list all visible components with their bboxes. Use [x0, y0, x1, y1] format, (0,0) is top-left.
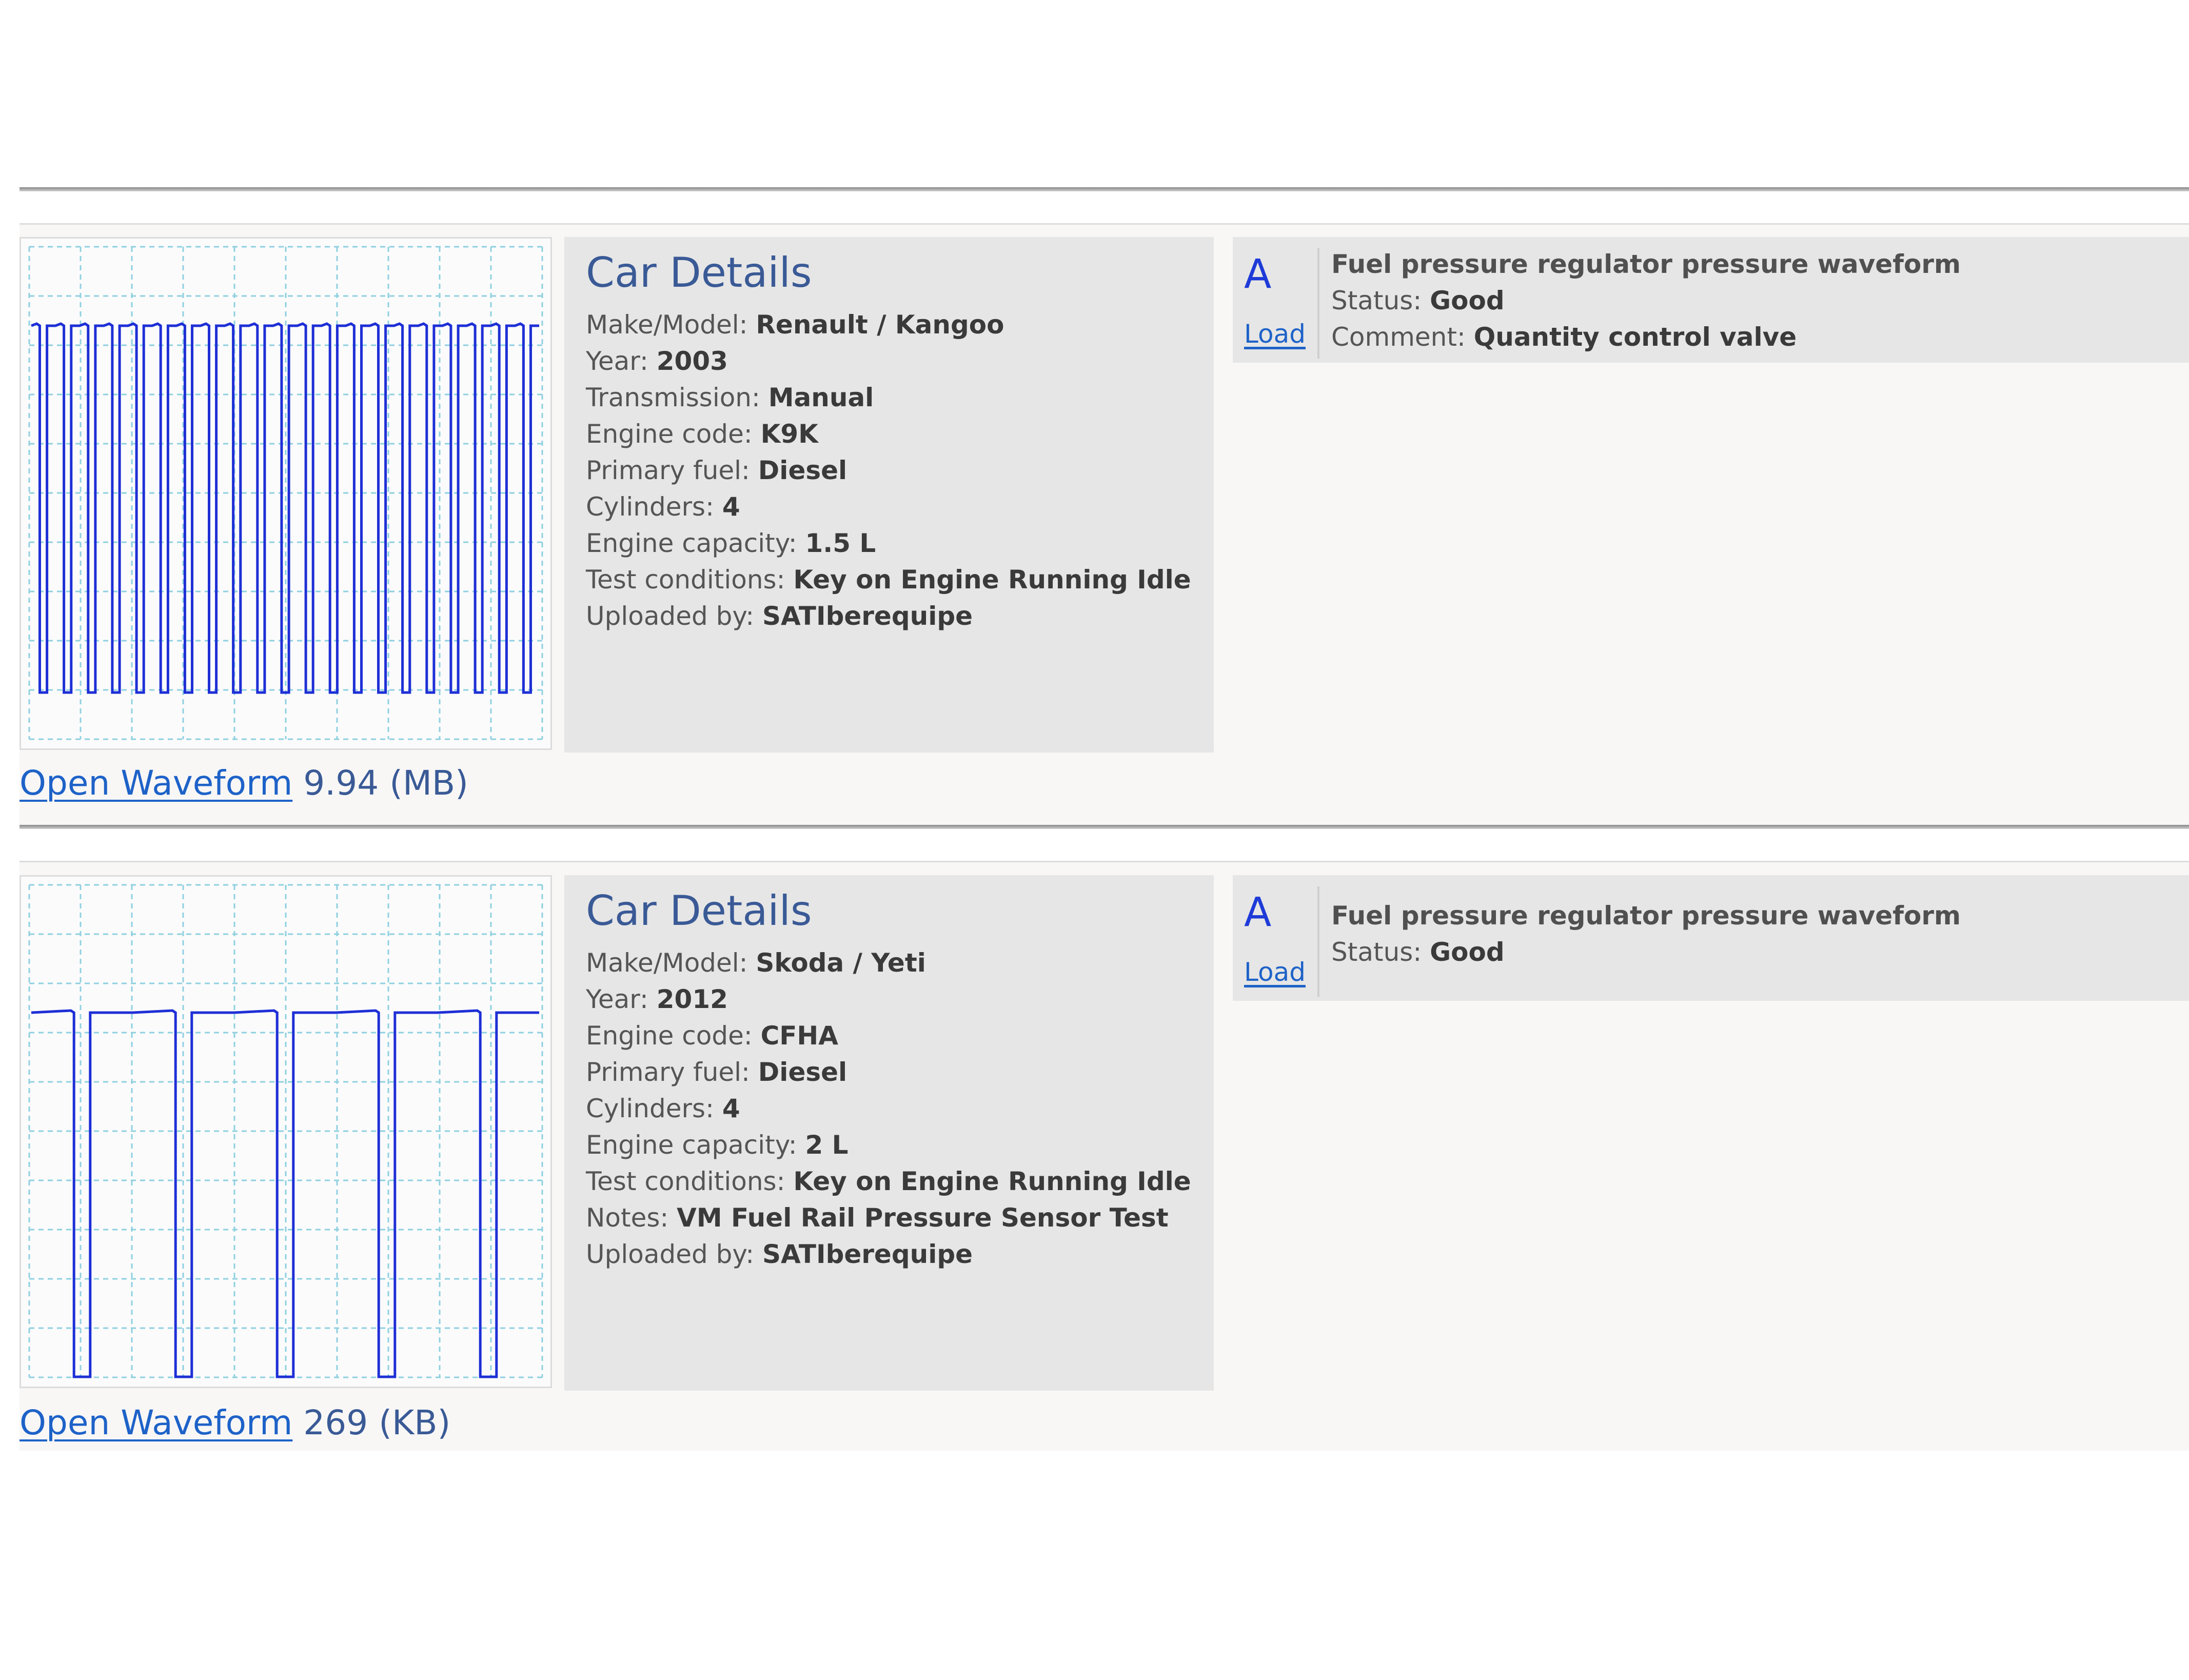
detail-value: VM Fuel Rail Pressure Sensor Test — [677, 1203, 1169, 1233]
detail-label: Engine capacity: — [586, 1130, 805, 1160]
detail-row: Notes: VM Fuel Rail Pressure Sensor Test — [586, 1200, 1214, 1236]
detail-row: Uploaded by: SATIberequipe — [586, 1236, 1214, 1273]
detail-label: Year: — [586, 346, 657, 376]
detail-value: Key on Engine Running Idle — [793, 1167, 1191, 1196]
detail-value: 4 — [722, 492, 740, 522]
detail-label: Uploaded by: — [586, 601, 763, 631]
result-text: Fuel pressure regulator pressure wavefor… — [1331, 898, 1961, 971]
detail-value: 4 — [722, 1094, 740, 1123]
detail-label: Make/Model: — [586, 948, 756, 978]
detail-label: Make/Model: — [586, 310, 756, 340]
file-size: 9.94 (MB) — [303, 763, 468, 803]
detail-row: Make/Model: Renault / Kangoo — [586, 307, 1214, 343]
file-size: 269 (KB) — [303, 1403, 451, 1442]
detail-label: Engine capacity: — [586, 528, 805, 558]
detail-value: Renault / Kangoo — [756, 310, 1004, 340]
detail-label: Test conditions: — [586, 1167, 794, 1196]
load-link[interactable]: Load — [1244, 319, 1306, 349]
detail-row: Engine capacity: 1.5 L — [586, 525, 1214, 562]
channel-letter: A — [1244, 251, 1272, 298]
car-details-panel: Car Details Make/Model: Renault / Kangoo… — [564, 237, 1214, 753]
detail-label: Primary fuel: — [586, 1057, 758, 1087]
grid — [28, 884, 543, 1378]
detail-row: Engine code: CFHA — [586, 1018, 1214, 1054]
section-divider — [19, 187, 2189, 191]
comment-value: Quantity control valve — [1473, 322, 1797, 352]
test-result-panel: A Load Fuel pressure regulator pressure … — [1233, 875, 2189, 1001]
detail-row: Primary fuel: Diesel — [586, 452, 1214, 489]
detail-row: Cylinders: 4 — [586, 489, 1214, 525]
car-details-panel: Car Details Make/Model: Skoda / Yeti Year… — [564, 875, 1214, 1391]
detail-row: Make/Model: Skoda / Yeti — [586, 945, 1214, 981]
open-waveform-link[interactable]: Open Waveform — [19, 1403, 292, 1442]
waveform-plot — [28, 884, 543, 1378]
car-details-heading: Car Details — [586, 249, 812, 297]
detail-label: Test conditions: — [586, 565, 794, 595]
result-title: Fuel pressure regulator pressure wavefor… — [1331, 901, 1961, 931]
detail-row: Primary fuel: Diesel — [586, 1054, 1214, 1091]
detail-value: 1.5 L — [805, 528, 876, 558]
detail-row: Engine code: K9K — [586, 416, 1214, 452]
result-divider — [1317, 248, 1319, 359]
open-waveform-row: Open Waveform 9.94 (MB) — [19, 763, 468, 803]
detail-row: Year: 2012 — [586, 981, 1214, 1018]
detail-value: 2003 — [656, 346, 728, 376]
detail-value: SATIberequipe — [762, 601, 973, 631]
open-waveform-link[interactable]: Open Waveform — [19, 763, 292, 803]
detail-value: 2012 — [656, 984, 728, 1014]
detail-label: Notes: — [586, 1203, 677, 1233]
detail-value: Skoda / Yeti — [756, 948, 926, 978]
status-value: Good — [1430, 937, 1505, 967]
detail-row: Transmission: Manual — [586, 380, 1214, 416]
waveform-plot — [28, 246, 543, 740]
section-divider — [19, 825, 2189, 829]
detail-row: Engine capacity: 2 L — [586, 1127, 1214, 1163]
car-details-fields: Make/Model: Renault / Kangoo Year: 2003 Tr… — [586, 307, 1214, 635]
detail-label: Engine code: — [586, 1021, 761, 1051]
open-waveform-row: Open Waveform 269 (KB) — [19, 1403, 450, 1442]
detail-label: Cylinders: — [586, 1094, 722, 1123]
detail-label: Cylinders: — [586, 492, 722, 522]
result-title: Fuel pressure regulator pressure wavefor… — [1331, 249, 1961, 279]
detail-row: Test conditions: Key on Engine Running I… — [586, 562, 1214, 598]
band-top-line — [19, 861, 2189, 862]
detail-value: 2 L — [805, 1130, 849, 1160]
result-comment: Comment: Quantity control valve — [1331, 322, 1797, 352]
load-link[interactable]: Load — [1244, 957, 1306, 987]
result-status: Status: Good — [1331, 937, 1505, 967]
status-value: Good — [1430, 286, 1505, 315]
waveform-thumbnail[interactable] — [19, 875, 552, 1388]
result-status: Status: Good — [1331, 286, 1505, 315]
detail-value: Key on Engine Running Idle — [793, 565, 1191, 595]
detail-value: K9K — [760, 419, 818, 449]
detail-label: Engine code: — [586, 419, 761, 449]
result-divider — [1317, 886, 1319, 997]
detail-value: CFHA — [760, 1021, 838, 1051]
detail-label: Primary fuel: — [586, 456, 758, 485]
channel-letter: A — [1244, 890, 1272, 936]
car-details-heading: Car Details — [586, 887, 812, 935]
car-details-fields: Make/Model: Skoda / Yeti Year: 2012 Engine… — [586, 945, 1214, 1273]
detail-value: SATIberequipe — [762, 1239, 973, 1269]
detail-value: Manual — [768, 383, 874, 412]
detail-label: Year: — [586, 984, 657, 1014]
band-top-line — [19, 223, 2189, 225]
detail-value: Diesel — [758, 1057, 847, 1087]
detail-row: Uploaded by: SATIberequipe — [586, 598, 1214, 635]
grid — [28, 246, 543, 740]
detail-value: Diesel — [758, 456, 847, 485]
result-text: Fuel pressure regulator pressure wavefor… — [1331, 246, 1961, 355]
test-result-panel: A Load Fuel pressure regulator pressure … — [1233, 237, 2189, 363]
detail-label: Transmission: — [586, 383, 768, 412]
detail-row: Test conditions: Key on Engine Running I… — [586, 1163, 1214, 1200]
detail-row: Cylinders: 4 — [586, 1091, 1214, 1127]
detail-row: Year: 2003 — [586, 343, 1214, 380]
waveform-thumbnail[interactable] — [19, 237, 552, 750]
detail-label: Uploaded by: — [586, 1239, 763, 1269]
